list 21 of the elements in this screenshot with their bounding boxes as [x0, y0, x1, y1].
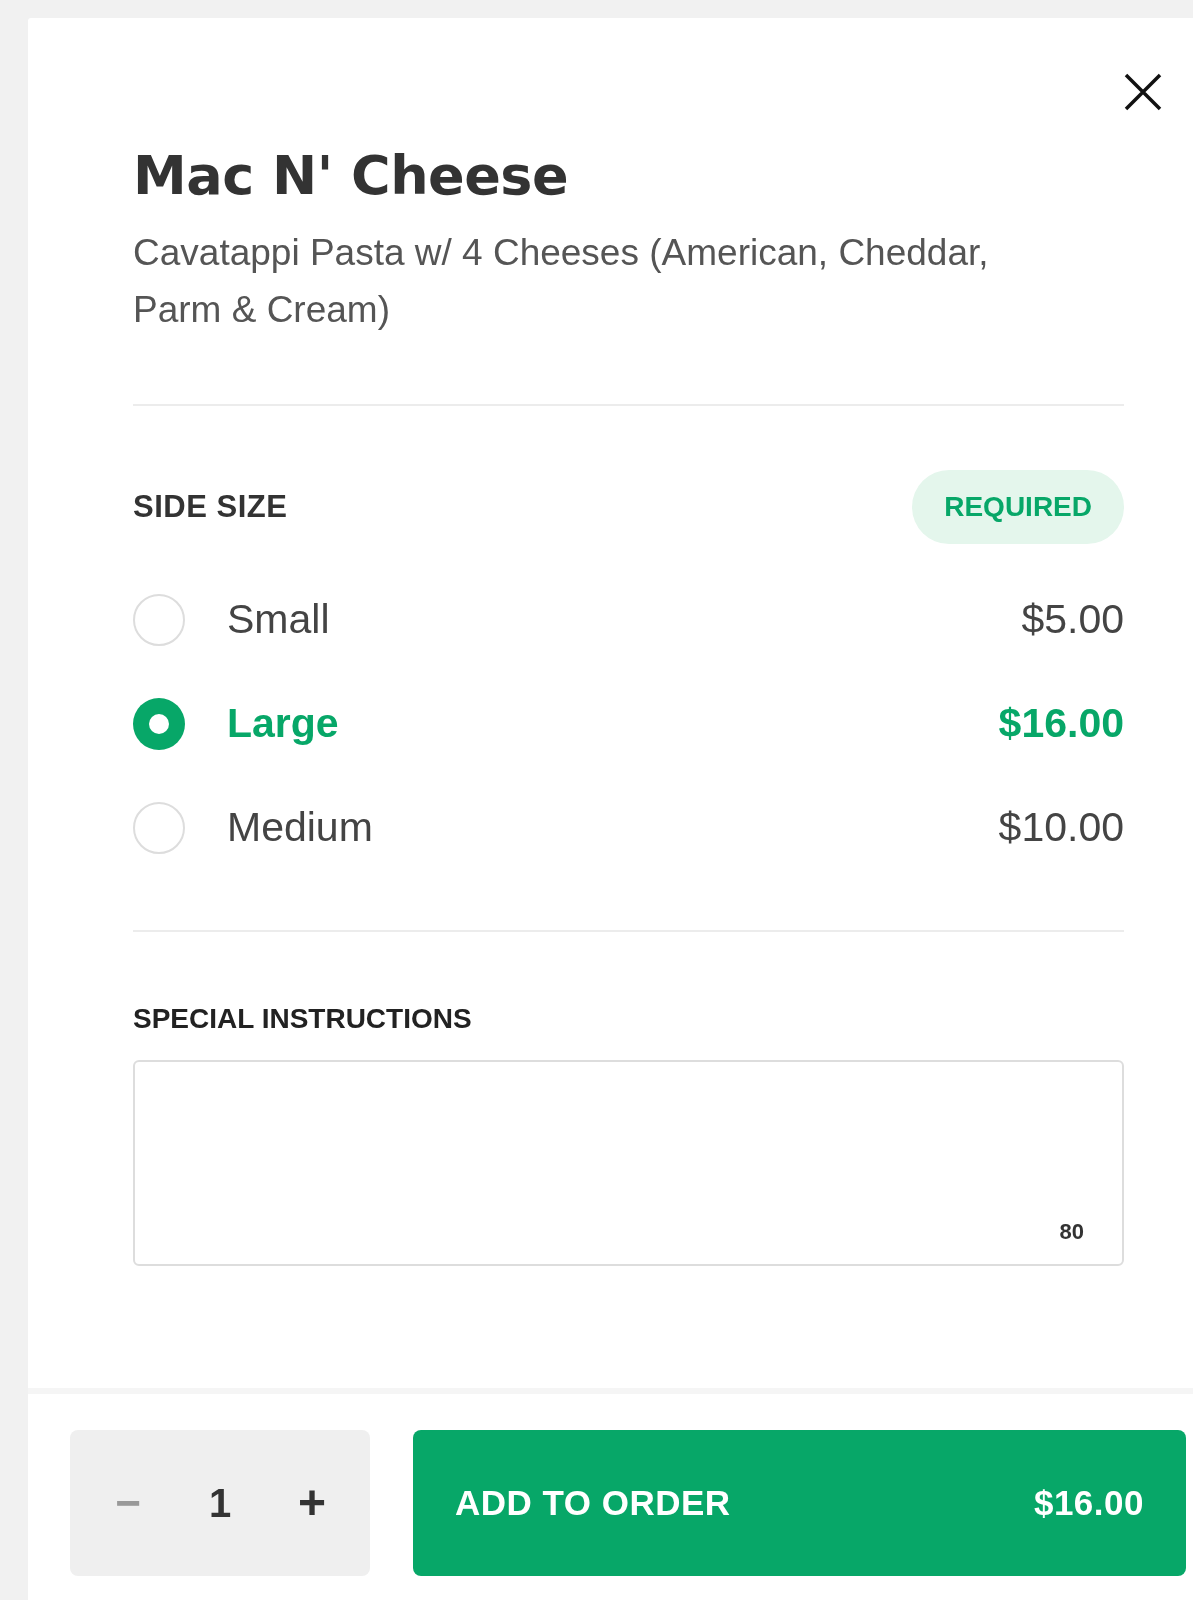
option-price: $16.00 [998, 699, 1124, 749]
radio-button[interactable] [133, 594, 185, 646]
option-label: Small [227, 595, 331, 645]
radio-button[interactable] [133, 802, 185, 854]
dish-description: Cavatappi Pasta w/ 4 Cheeses (American, Cheddar, Parm & Cream) [133, 231, 990, 332]
quantity-value: 1 [208, 1480, 232, 1527]
option-label: Medium [227, 803, 374, 853]
character-counter: 80 [1059, 1218, 1084, 1246]
option-price: $5.00 [1021, 595, 1124, 645]
option-label: Large [227, 699, 340, 749]
option-price: $10.00 [998, 803, 1124, 853]
radio-button[interactable] [133, 698, 185, 750]
increase-button[interactable]: + [292, 1467, 332, 1539]
decrease-button[interactable]: − [108, 1470, 148, 1536]
section-heading: SIDE SIZE [133, 487, 288, 526]
close-icon [1123, 72, 1163, 112]
instructions-field[interactable] [133, 1060, 1124, 1266]
dialog-title: Mac N' Cheese [133, 143, 570, 209]
section-heading: SPECIAL INSTRUCTIONS [133, 1002, 473, 1036]
required-badge: REQUIRED [912, 470, 1124, 544]
add-to-order-button[interactable]: ADD TO ORDER $16.00 [413, 1430, 1186, 1576]
